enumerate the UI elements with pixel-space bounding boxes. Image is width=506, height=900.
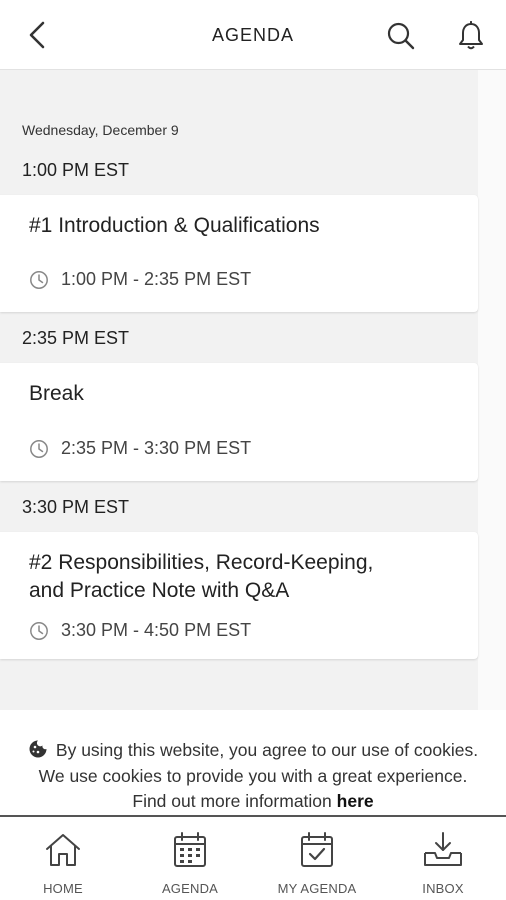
- agenda-list: Wednesday, December 9 1:00 PM EST #1 Int…: [0, 70, 478, 710]
- session-time-text: 3:30 PM - 4:50 PM EST: [61, 620, 252, 640]
- time-header: 3:30 PM EST: [22, 497, 130, 517]
- session-time: 1:00 PM - 2:35 PM EST: [29, 269, 251, 290]
- cookie-link[interactable]: here: [337, 791, 374, 811]
- page-title: AGENDA: [211, 25, 295, 45]
- tab-my-agenda[interactable]: MY AGENDA: [262, 829, 372, 896]
- session-title: #2 Responsibilities, Record-Keeping, and…: [29, 551, 374, 602]
- date-header: Wednesday, December 9: [22, 122, 179, 138]
- bottom-tab-bar: HOME AGENDA MY AGENDA INBOX: [0, 815, 506, 900]
- search-icon: [387, 22, 415, 50]
- session-card[interactable]: #2 Responsibilities, Record-Keeping, and…: [0, 532, 478, 659]
- cookie-icon: [29, 740, 47, 758]
- session-time: 2:35 PM - 3:30 PM EST: [29, 438, 251, 459]
- cookie-text: By using this website, you agree to our …: [38, 740, 479, 811]
- session-time-text: 1:00 PM - 2:35 PM EST: [61, 269, 252, 289]
- tab-label: AGENDA: [161, 881, 219, 896]
- tab-home[interactable]: HOME: [8, 829, 118, 896]
- top-bar: AGENDA: [0, 0, 506, 70]
- scrollbar-track[interactable]: [478, 70, 506, 710]
- tab-label: HOME: [43, 881, 83, 896]
- search-button[interactable]: [384, 19, 418, 53]
- calendar-check-icon: [301, 832, 333, 867]
- home-icon: [46, 834, 80, 866]
- time-header: 1:00 PM EST: [22, 160, 130, 180]
- tab-label: INBOX: [422, 881, 464, 896]
- clock-icon: [30, 439, 48, 458]
- bell-icon: [459, 21, 483, 50]
- inbox-icon: [424, 832, 462, 866]
- tab-label: MY AGENDA: [277, 881, 357, 896]
- clock-icon: [30, 621, 48, 640]
- cookie-banner: By using this website, you agree to our …: [0, 710, 506, 815]
- tab-inbox[interactable]: INBOX: [388, 829, 498, 896]
- session-time-text: 2:35 PM - 3:30 PM EST: [61, 438, 252, 458]
- session-time: 3:30 PM - 4:50 PM EST: [29, 620, 251, 641]
- time-header: 2:35 PM EST: [22, 328, 130, 348]
- calendar-icon: [174, 832, 206, 867]
- session-card[interactable]: Break 2:35 PM - 3:30 PM EST: [0, 363, 478, 481]
- session-title: #1 Introduction & Qualifications: [29, 214, 320, 237]
- tab-agenda[interactable]: AGENDA: [135, 829, 245, 896]
- session-card[interactable]: #1 Introduction & Qualifications 1:00 PM…: [0, 195, 478, 312]
- notifications-button[interactable]: [454, 19, 488, 53]
- clock-icon: [30, 270, 48, 289]
- session-title: Break: [29, 382, 84, 405]
